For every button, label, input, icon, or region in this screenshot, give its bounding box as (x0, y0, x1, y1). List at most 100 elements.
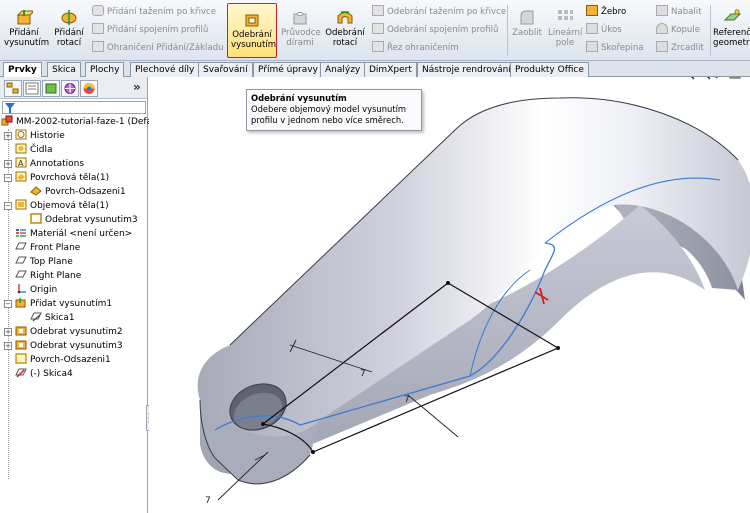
tree-item-surface-bodies[interactable]: Povrchová těla(1) (15, 171, 109, 185)
svg-text:A: A (18, 159, 24, 168)
revolved-boss-button[interactable]: Přidání rotací (52, 8, 86, 48)
graphics-area[interactable]: 7 7 7 (149, 77, 750, 513)
command-manager-ribbon: Přidání vysunutím Přidání rotací Přidání… (0, 0, 750, 61)
expand-toggle[interactable]: + (4, 328, 12, 336)
command-tabs: Prvky Skica Plochy Plechové díly Svařová… (0, 61, 750, 78)
swept-cut-label: Odebrání tažením po křivce (387, 7, 507, 17)
tree-filter-input[interactable] (2, 101, 146, 114)
tab-features[interactable]: Prvky (3, 62, 42, 78)
wrap-button[interactable]: Nabalit (656, 5, 702, 18)
tree-item-label: Čidla (30, 145, 53, 155)
dimxpert-manager-tab[interactable] (61, 80, 79, 97)
mirror-button[interactable]: Zrcadlit (656, 41, 704, 54)
configuration-manager-tab[interactable] (42, 80, 60, 97)
tab-evaluate[interactable]: Analýzy (320, 62, 366, 77)
tree-item-history[interactable]: Historie (15, 129, 65, 143)
dome-icon (656, 23, 668, 34)
expand-toggle[interactable]: + (4, 342, 12, 350)
fillet-button[interactable]: Zaoblit (510, 8, 544, 38)
zoom-to-area-icon[interactable] (701, 77, 711, 80)
tree-item-annotations[interactable]: A Annotations (15, 157, 84, 171)
extruded-cut-label: Odebrání vysunutím (231, 30, 277, 50)
tab-surfaces[interactable]: Plochy (85, 62, 125, 77)
tree-item-front-plane[interactable]: Front Plane (15, 241, 80, 255)
tab-sketch[interactable]: Skica (47, 62, 81, 77)
tree-item-label: Povrchová těla(1) (30, 173, 110, 183)
expand-toggle[interactable]: − (4, 202, 12, 210)
expand-toggle[interactable]: + (4, 160, 12, 168)
dome-button[interactable]: Kopule (656, 23, 700, 36)
swept-boss-button[interactable]: Přidání tažením po křivce (92, 5, 216, 18)
boundary-boss-button[interactable]: Ohraničení Přidání/Základu (92, 41, 224, 54)
zoom-to-fit-icon[interactable] (685, 77, 695, 80)
tab-dimxpert[interactable]: DimXpert (364, 62, 417, 77)
tab-office-products[interactable]: Produkty Office (510, 62, 589, 77)
shell-button[interactable]: Skořepina (586, 41, 644, 54)
swept-cut-button[interactable]: Odebrání tažením po křivce (372, 5, 506, 18)
previous-view-icon[interactable] (715, 77, 724, 79)
boundary-cut-button[interactable]: Řez ohraničením (372, 41, 459, 54)
tree-item-label: Front Plane (30, 243, 81, 253)
linear-pattern-button[interactable]: Lineární pole (548, 8, 582, 48)
lofted-boss-button[interactable]: Přidání spojením profilů (92, 23, 208, 36)
draft-button[interactable]: Úkos (586, 23, 622, 36)
reference-geometry-button[interactable]: Referenční geometrie (713, 8, 750, 48)
section-view-icon[interactable] (729, 77, 741, 79)
expand-toggle[interactable]: − (4, 300, 12, 308)
display-manager-tab[interactable] (80, 80, 98, 97)
linear-pattern-icon (558, 10, 573, 20)
cut-extrude-icon (15, 326, 27, 336)
tree-item-origin[interactable]: Origin (15, 283, 57, 297)
tree-item-sketch4[interactable]: (-) Skica4 (15, 367, 73, 381)
tree-item-solid-bodies[interactable]: Objemová těla(1) (15, 199, 109, 213)
hole-wizard-button[interactable]: Průvodce dírami (281, 8, 321, 48)
property-icon (25, 82, 39, 95)
tree-item-right-plane[interactable]: Right Plane (15, 269, 81, 283)
material-icon (16, 229, 26, 237)
view-toolbar (685, 77, 741, 80)
property-manager-tab[interactable] (23, 80, 41, 97)
expand-toggle[interactable]: − (4, 174, 12, 182)
filter-icon (5, 103, 15, 113)
tree-item-cut-extrude2[interactable]: Odebrat vysunutim2 (15, 325, 123, 339)
draft-label: Úkos (601, 25, 622, 35)
rib-button[interactable]: Žebro (586, 5, 626, 18)
feature-tree-icon (6, 82, 19, 94)
tab-sheet-metal[interactable]: Plechové díly (130, 62, 200, 77)
tab-render-tools[interactable]: Nástroje rendrování (417, 62, 516, 77)
tree-item-boss-extrude1[interactable]: Přidat vysunutím1 (15, 297, 112, 311)
extruded-boss-button[interactable]: Přidání vysunutím (4, 8, 49, 48)
part-icon (1, 115, 13, 126)
tree-item-surface-offset[interactable]: Povrch-Odsazeni1 (30, 185, 126, 199)
tree-root[interactable]: MM-2002-tutorial-faze-1 (Default (1, 115, 164, 129)
tab-weldments[interactable]: Svařování (198, 62, 253, 77)
feature-manager-tab[interactable] (4, 80, 22, 97)
tree-item-sensors[interactable]: Čidla (15, 143, 53, 157)
tree-item-solid-body-cut3[interactable]: Odebrat vysunutim3 (30, 213, 138, 227)
tree-item-material[interactable]: Materiál <není určen> (15, 227, 132, 241)
panel-tabs: » (0, 77, 147, 99)
tree-item-sketch1[interactable]: Skica1 (30, 311, 75, 325)
reference-geometry-icon (723, 9, 741, 21)
tree-item-top-plane[interactable]: Top Plane (15, 255, 73, 269)
tab-direct-editing[interactable]: Přímé úpravy (253, 62, 323, 77)
tree-item-cut-extrude3[interactable]: Odebrat vysunutim3 (15, 339, 123, 353)
tree-item-surface-offset1[interactable]: Povrch-Odsazeni1 (15, 353, 111, 367)
revolved-cut-button[interactable]: Odebrání rotací (324, 8, 366, 48)
surface-offset-icon (30, 186, 42, 196)
rib-icon (586, 5, 598, 16)
extruded-cut-button[interactable]: Odebrání vysunutím (227, 3, 277, 58)
expand-toggle[interactable]: + (4, 132, 12, 140)
3d-model-viewport[interactable]: 7 7 7 (149, 77, 750, 513)
tree-item-label: Odebrat vysunutim3 (30, 341, 123, 351)
tree-root-label: MM-2002-tutorial-faze-1 (Default (16, 117, 164, 127)
tooltip-body: Odebere objemový model vysunutím profilu… (251, 104, 407, 125)
revolved-cut-icon (337, 11, 353, 24)
tree-item-label: Origin (30, 285, 58, 295)
shell-label: Skořepina (601, 43, 644, 53)
sketch-edit-icon (15, 368, 27, 378)
tree-item-label: Historie (30, 131, 65, 141)
lofted-cut-button[interactable]: Odebrání spojením profilů (372, 23, 498, 36)
feature-manager-panel: » MM-2002-tutorial-faze-1 (Default + His… (0, 77, 164, 513)
panel-collapse-button[interactable]: » (133, 80, 141, 94)
